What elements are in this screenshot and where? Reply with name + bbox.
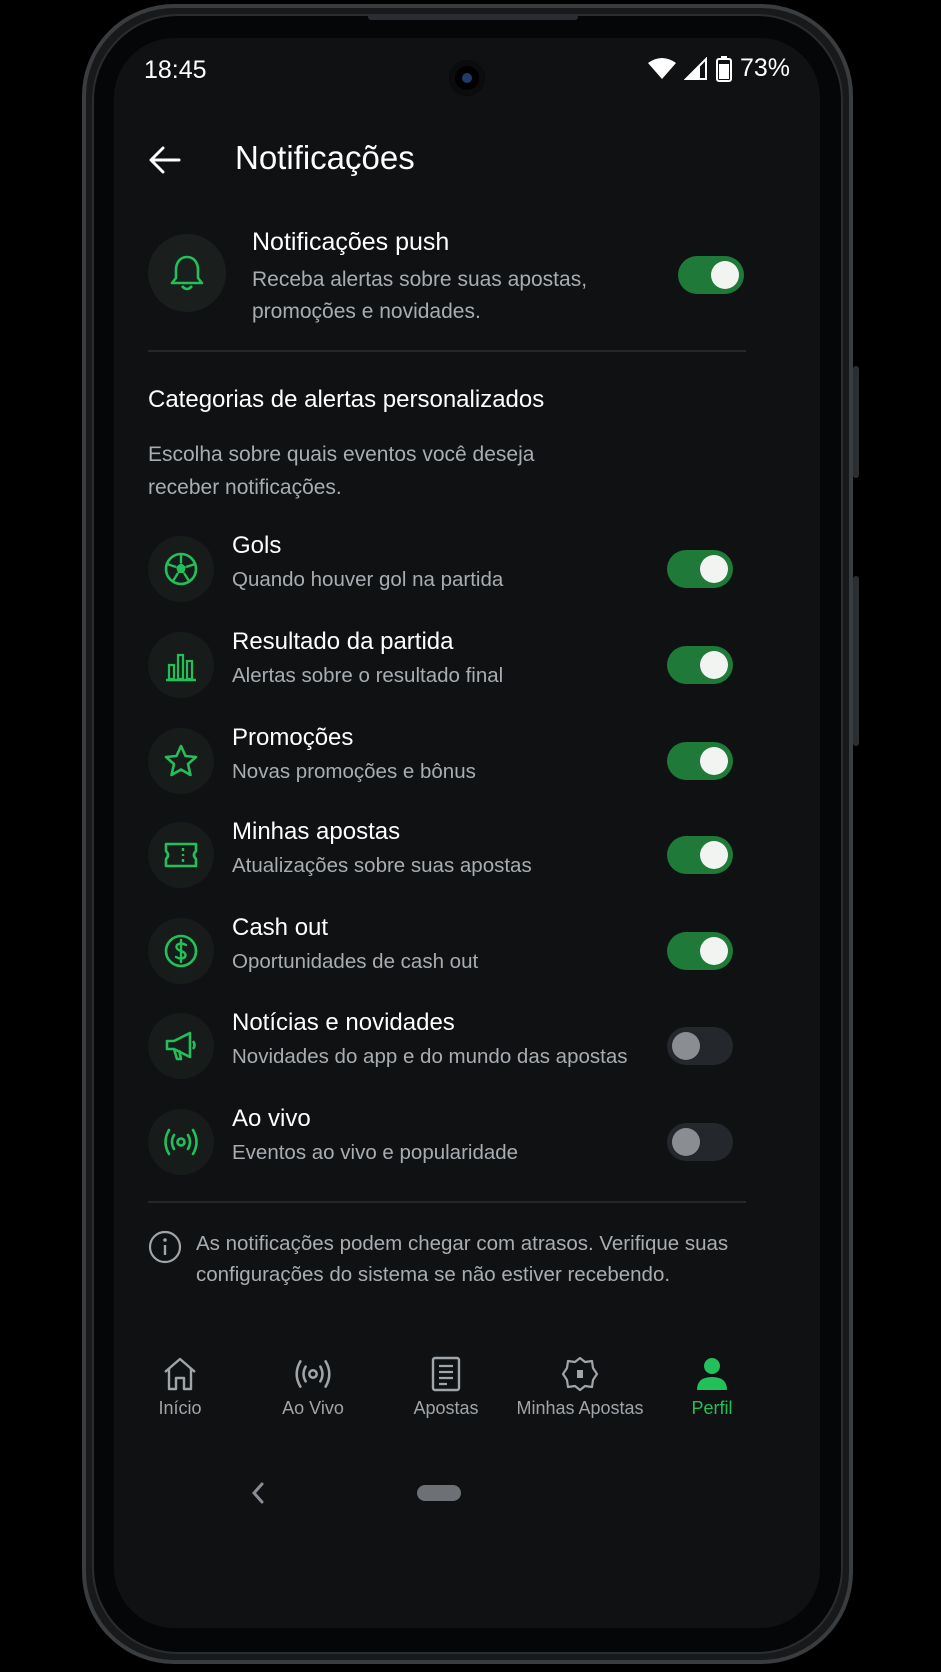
push-title: Notificações push [252,228,450,256]
push-notifications-row: Notificações push Receba alertas sobre s… [114,228,820,338]
megaphone-icon [165,1031,196,1061]
system-navigation [114,1470,820,1520]
arrow-left-icon [149,146,181,174]
category-row-noticias: Notícias e novidades Novidades do app e … [114,1009,820,1093]
front-camera [449,60,485,96]
category-row-gols: Gols Quando houver gol na partida [114,532,820,616]
star-icon [164,744,198,777]
wifi-icon [647,57,676,79]
category-title: Resultado da partida [232,628,454,655]
cash-out-toggle[interactable] [667,932,733,970]
toggle-knob [672,1128,700,1156]
divider [148,1201,746,1203]
category-icon-circle [148,822,214,888]
nav-minhas-apostas[interactable]: Minhas Apostas [500,1356,660,1419]
toggle-knob [700,841,728,869]
soccer-ball-icon [164,552,198,586]
nav-label: Perfil [691,1398,733,1418]
home-pill[interactable] [417,1485,461,1501]
broadcast-icon [295,1360,331,1388]
category-title: Minhas apostas [232,818,401,845]
push-description: Receba alertas sobre suas apostas, promo… [252,268,588,323]
category-title: Cash out [232,914,329,941]
nav-perfil[interactable]: Perfil [642,1356,782,1419]
power-button [853,576,859,746]
noticias-toggle[interactable] [667,1027,733,1065]
promocoes-toggle[interactable] [667,742,733,780]
category-icon-circle [148,1109,214,1175]
nav-label: Início [158,1398,202,1418]
toggle-knob [700,747,728,775]
bell-icon [170,255,204,291]
category-subtitle: Novas promoções e bônus [232,760,476,783]
category-title: Promoções [232,724,354,751]
battery-percent: 73% [739,54,790,82]
broadcast-icon [164,1128,198,1156]
category-icon-circle [148,1013,214,1079]
nav-ao-vivo[interactable]: Ao Vivo [243,1356,383,1419]
status-time: 18:45 [144,56,207,84]
category-subtitle: Atualizações sobre suas apostas [232,854,532,877]
nav-inicio[interactable]: Início [114,1356,250,1419]
category-row-resultado: Resultado da partida Alertas sobre o res… [114,628,820,712]
category-subtitle: Oportunidades de cash out [232,950,479,973]
volume-button [853,366,859,478]
section-title: Categorias de alertas personalizados [148,386,545,413]
home-icon [164,1357,196,1391]
info-note: As notificações podem chegar com atrasos… [148,1228,748,1298]
dollar-coin-icon [164,934,198,968]
category-subtitle: Quando houver gol na partida [232,568,504,591]
page-title: Notificações [235,139,415,176]
category-subtitle: Alertas sobre o resultado final [232,664,504,687]
category-subtitle: Novidades do app e do mundo das apostas [232,1045,628,1068]
toggle-knob [711,261,739,289]
nav-label: Ao Vivo [282,1398,344,1418]
nav-apostas[interactable]: Apostas [376,1356,516,1419]
category-icon-circle [148,632,214,698]
category-icon-circle [148,728,214,794]
badge-icon [561,1356,599,1392]
category-icon-circle [148,536,214,602]
info-text: As notificações podem chegar com atrasos… [196,1232,729,1286]
toggle-knob [700,555,728,583]
category-title: Ao vivo [232,1105,311,1132]
document-icon [431,1356,461,1392]
app-header: Notificações [114,133,820,193]
minhas-apostas-toggle[interactable] [667,836,733,874]
category-row-promocoes: Promoções Novas promoções e bônus [114,724,820,808]
category-title: Gols [232,532,282,559]
ao-vivo-toggle[interactable] [667,1123,733,1161]
nav-label: Minhas Apostas [516,1398,644,1418]
status-icons: 73% [647,54,790,83]
back-button[interactable] [138,133,192,187]
info-icon [148,1230,182,1264]
ticket-icon [164,842,198,868]
category-subtitle: Eventos ao vivo e popularidade [232,1141,519,1164]
push-toggle[interactable] [678,256,744,294]
divider [148,350,746,352]
user-icon [697,1358,727,1390]
section-description: Escolha sobre quais eventos você deseja … [148,443,535,499]
category-row-minhas-apostas: Minhas apostas Atualizações sobre suas a… [114,818,820,902]
signal-icon [683,56,707,80]
category-row-cash-out: Cash out Oportunidades de cash out [114,914,820,998]
push-icon-circle [148,234,226,312]
battery-icon [715,55,732,82]
bar-chart-icon [166,653,196,682]
category-icon-circle [148,918,214,984]
category-title: Notícias e novidades [232,1009,455,1036]
toggle-knob [672,1032,700,1060]
resultado-toggle[interactable] [667,646,733,684]
toggle-knob [700,937,728,965]
toggle-knob [700,651,728,679]
speaker-grille [368,14,578,20]
category-row-ao-vivo: Ao vivo Eventos ao vivo e popularidade [114,1105,820,1189]
gols-toggle[interactable] [667,550,733,588]
screen: 18:45 73% Notificações Notificações push… [114,38,820,1628]
chevron-left-icon[interactable] [248,1478,268,1508]
bottom-navigation: Início Ao Vivo Apostas Minhas Apostas Pe… [114,1356,820,1456]
nav-label: Apostas [413,1398,479,1418]
